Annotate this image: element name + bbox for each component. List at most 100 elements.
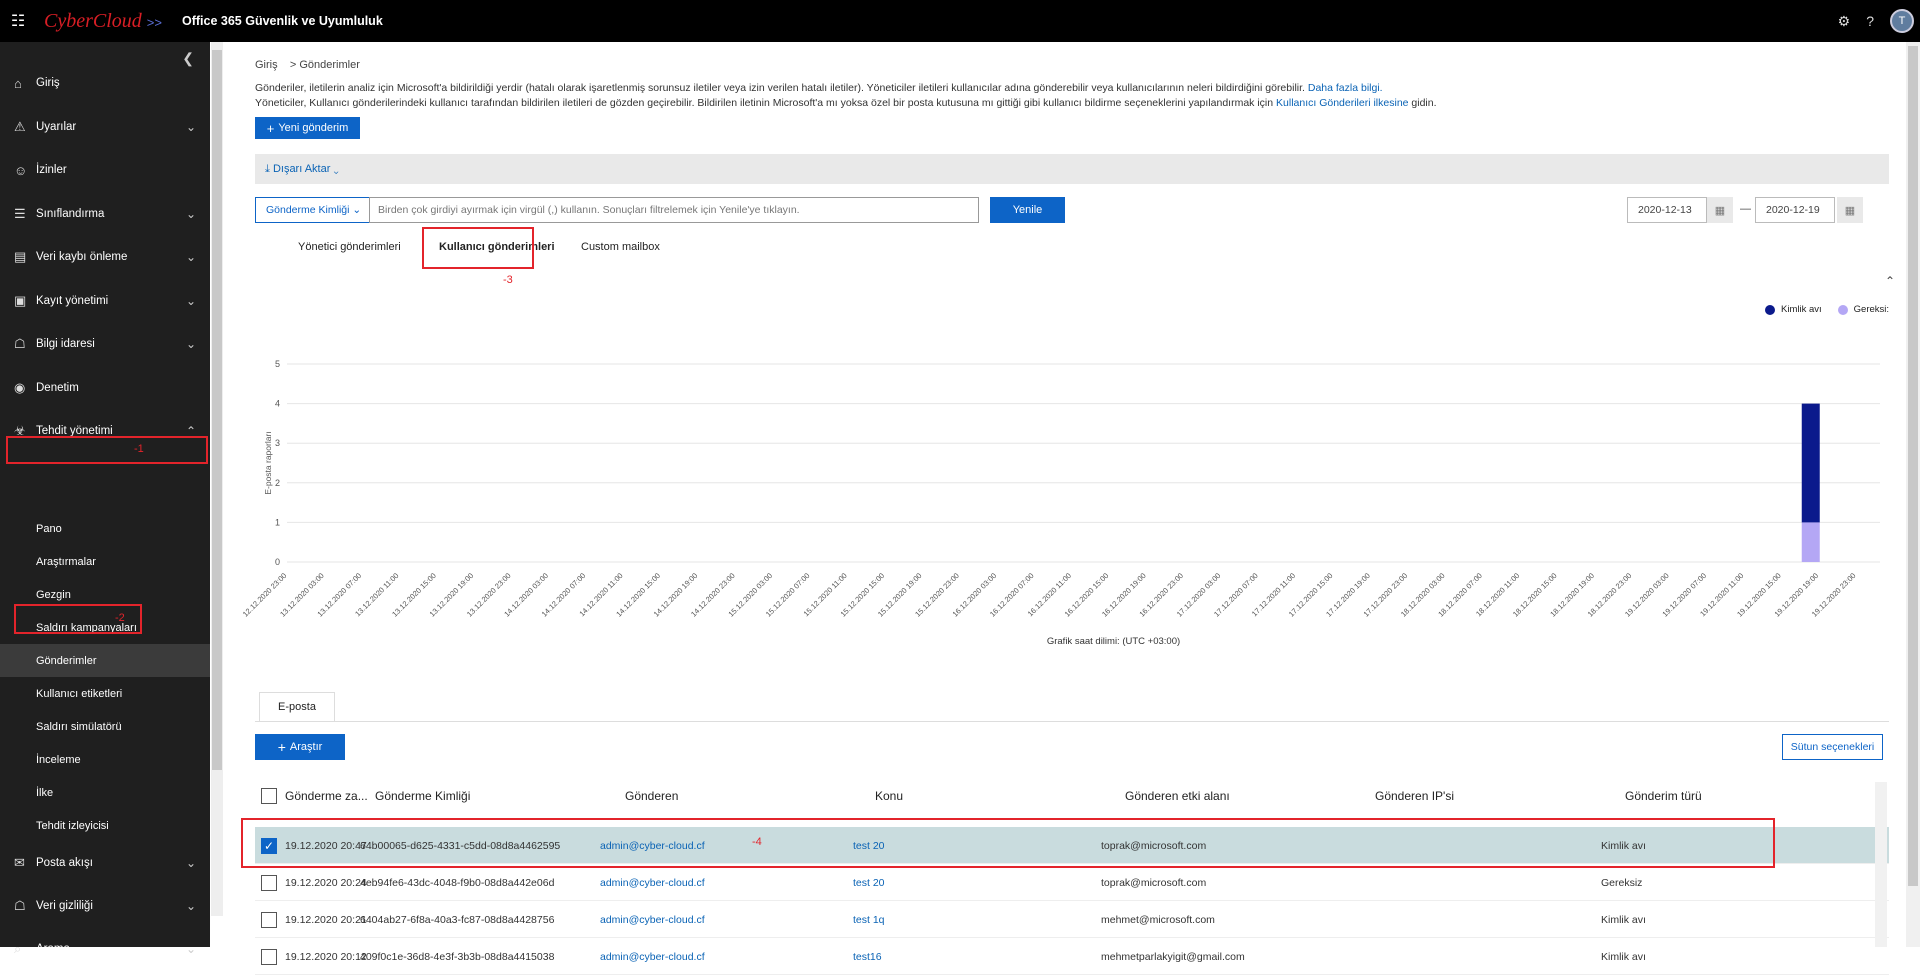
y-tick-label: 0 (275, 557, 280, 567)
top-bar: ☷ CyberCloud >> Office 365 Güvenlik ve U… (0, 0, 1920, 42)
calendar-icon[interactable]: ▦ (1837, 197, 1863, 223)
select-all-checkbox[interactable] (261, 788, 277, 804)
cell-date: 19.12.2020 20:21 (285, 913, 367, 926)
chevron-down-icon: ⌄ (185, 942, 196, 956)
column-header[interactable]: Gönderim türü (1625, 777, 1702, 815)
table-row[interactable]: 19.12.2020 20:24 4eb94fe6-43dc-4048-f9b0-… (255, 864, 1889, 901)
date-to-input[interactable]: 2020-12-19 (1755, 197, 1835, 223)
filter-input[interactable]: Birden çok girdiyi ayırmak için virgül (… (369, 197, 979, 223)
sidebar-subitem[interactable]: Pano (0, 512, 210, 545)
date-from-input[interactable]: 2020-12-13 (1627, 197, 1707, 223)
sidebar-subitem[interactable]: İlke (0, 776, 210, 809)
cell-subject[interactable]: test 20 (853, 864, 885, 901)
sidebar-item[interactable]: ▣ Kayıt yönetimi ⌄ (0, 281, 210, 321)
y-tick-label: 4 (275, 399, 280, 409)
export-bar: ⤓ Dışarı Aktar ⌄ (255, 154, 1889, 184)
column-header[interactable]: Gönderme Kimliği (375, 777, 470, 815)
warning-icon: ⚠ (14, 118, 26, 134)
chevron-up-icon[interactable]: ⌃ (1885, 274, 1895, 288)
column-header[interactable]: Gönderen IP'si (1375, 777, 1454, 815)
main-scrollbar[interactable] (1906, 42, 1920, 947)
sidebar-item-label: Denetim (36, 381, 79, 394)
y-tick-label: 3 (275, 438, 280, 448)
table-header: Gönderme za... Gönderme Kimliği Gönderen… (255, 777, 1889, 815)
column-header[interactable]: Gönderen (625, 777, 678, 815)
row-checkbox[interactable] (261, 874, 277, 891)
row-checkbox[interactable] (261, 911, 277, 928)
table-row[interactable]: 19.12.2020 20:12 409f0c1e-36d8-4e3f-3b3b-… (255, 938, 1889, 975)
bar-kimlik-avi[interactable] (1801, 403, 1820, 523)
cell-subject[interactable]: test16 (853, 938, 882, 975)
sidebar-scrollbar[interactable] (211, 42, 223, 916)
eye-icon: ◉ (14, 379, 26, 395)
table-scrollbar[interactable] (1875, 782, 1887, 947)
cell-sender[interactable]: admin@cyber-cloud.cf (600, 864, 705, 901)
search-icon: ⌕ (14, 941, 22, 956)
column-header[interactable]: Konu (875, 777, 903, 815)
sidebar-subitem[interactable]: Kullanıcı etiketleri (0, 677, 210, 710)
sidebar-subitem[interactable]: Gönderimler (0, 644, 210, 677)
sidebar-item[interactable]: ☖ Bilgi idaresi ⌄ (0, 324, 210, 364)
sidebar-item-label: İzinler (36, 164, 67, 176)
cell-date: 19.12.2020 20:24 (285, 876, 367, 889)
tab-email[interactable]: E-posta (259, 692, 335, 722)
cell-type: Gereksiz (1601, 876, 1643, 889)
gear-icon[interactable]: ⚙ (1838, 13, 1851, 30)
sidebar-item-label: Veri kaybı önleme (36, 251, 128, 263)
cell-subject[interactable]: test 1q (853, 901, 885, 938)
sidebar-item[interactable]: ☖ Veri gizliliği ⌄ (0, 886, 210, 926)
x-axis-label: Grafik saat dilimi: (UTC +03:00) (1047, 636, 1180, 647)
chevron-down-icon: ⌄ (185, 899, 196, 913)
cell-sender[interactable]: admin@cyber-cloud.cf (600, 938, 705, 975)
help-icon[interactable]: ? (1866, 13, 1874, 29)
user-submissions-policy-link[interactable]: Kullanıcı Gönderileri ilkesine (1276, 97, 1408, 109)
sidebar-item[interactable]: ⌂ Giriş (0, 63, 210, 103)
plus-icon: + (266, 120, 275, 136)
sidebar-subitem[interactable]: İnceleme (0, 743, 210, 776)
tab-custom-mailbox[interactable]: Custom mailbox (581, 232, 660, 262)
sidebar-item[interactable]: ⚠ Uyarılar ⌄ (0, 107, 210, 147)
annotation-label: -1 (134, 443, 144, 455)
sidebar-subitem[interactable]: Tehdit izleyicisi (0, 809, 210, 842)
sidebar-subitem[interactable]: Araştırmalar (0, 545, 210, 578)
sidebar-item-label: Kayıt yönetimi (36, 294, 109, 307)
refresh-button[interactable]: Yenile (990, 197, 1065, 223)
new-submission-button[interactable]: + Yeni gönderim (255, 117, 360, 139)
document-lock-icon: ▤ (14, 249, 27, 264)
cell-id: 409f0c1e-36d8-4e3f-3b3b-08d8a4415038 (360, 950, 555, 963)
column-header[interactable]: Gönderme za... (285, 777, 368, 815)
table-row[interactable]: 19.12.2020 20:21 6404ab27-6f8a-40a3-fc87-… (255, 901, 1889, 938)
column-header[interactable]: Gönderen etki alanı (1125, 777, 1230, 815)
bar-gereksiz[interactable] (1801, 522, 1820, 562)
page-description: Gönderiler, iletilerin analiz için Micro… (255, 82, 1437, 109)
sidebar-item[interactable]: ☰ Sınıflandırma ⌄ (0, 194, 210, 234)
app-launcher-icon[interactable]: ☷ (0, 11, 36, 31)
filter-field-dropdown[interactable]: Gönderme Kimliği ⌄ (255, 197, 370, 223)
tab-admin-submissions[interactable]: Yönetici gönderimleri (298, 232, 401, 262)
row-checkbox[interactable] (261, 948, 277, 965)
cell-sender[interactable]: admin@cyber-cloud.cf (600, 901, 705, 938)
sidebar-item[interactable]: ✉ Posta akışı ⌄ (0, 843, 210, 883)
avatar[interactable]: T (1890, 9, 1914, 33)
highlight-box (6, 436, 208, 464)
sidebar-item[interactable]: ◉ Denetim (0, 368, 210, 408)
records-icon: ▣ (14, 292, 27, 308)
investigate-button[interactable]: + Araştır (255, 734, 345, 760)
column-options-button[interactable]: Sütun seçenekleri (1782, 734, 1883, 760)
cell-domain: toprak@microsoft.com (1101, 876, 1207, 889)
learn-more-link[interactable]: Daha fazla bilgi. (1308, 82, 1383, 94)
sidebar-item[interactable]: ▤ Veri kaybı önleme ⌄ (0, 237, 210, 277)
chevron-down-icon: ⌄ (185, 119, 196, 134)
people-icon: ☺ (14, 162, 28, 178)
sidebar-item[interactable]: ⌕ Arama ⌄ (0, 929, 210, 969)
cell-domain: mehmetparlakyigit@gmail.com (1101, 950, 1245, 963)
export-button[interactable]: ⤓ Dışarı Aktar ⌄ (265, 163, 339, 176)
breadcrumb-home[interactable]: Giriş (255, 59, 278, 71)
sidebar-item-label: Giriş (36, 77, 60, 89)
highlight-box (241, 818, 1775, 868)
sidebar-subitem[interactable]: Saldırı simülatörü (0, 710, 210, 743)
cell-domain: mehmet@microsoft.com (1101, 913, 1215, 926)
calendar-icon[interactable]: ▦ (1707, 197, 1733, 223)
sidebar-item[interactable]: ☺ İzinler (0, 150, 210, 190)
cell-id: 4eb94fe6-43dc-4048-f9b0-08d8a442e06d (360, 876, 555, 889)
